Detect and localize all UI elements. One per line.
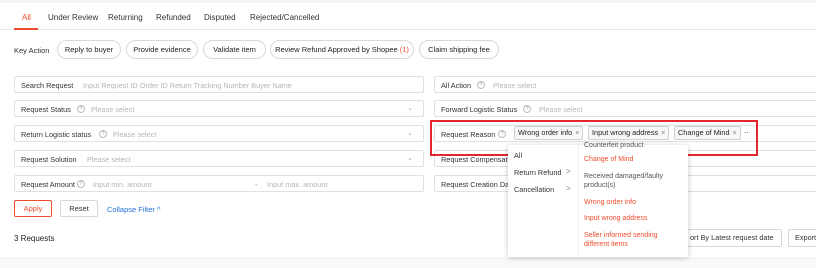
chevron-down-icon: ⌄ xyxy=(407,155,413,162)
help-icon: ? xyxy=(523,104,531,113)
tab-refunded[interactable]: Refunded xyxy=(156,13,191,22)
max-amount-input[interactable]: Input max. amount xyxy=(267,180,327,189)
dropdown-option-return-refund[interactable]: Return Refund xyxy=(514,168,561,177)
chip-label: Review Refund Approved by Shopee xyxy=(275,45,398,54)
tab-rejected-cancelled[interactable]: Rejected/Cancelled xyxy=(250,13,319,22)
tab-disputed[interactable]: Disputed xyxy=(204,13,236,22)
return-logistic-select[interactable]: Return Logistic status ? Please select ⌄ xyxy=(14,125,424,142)
chip-label: Claim shipping fee xyxy=(428,45,490,54)
tab-under-review[interactable]: Under Review xyxy=(48,13,98,22)
export-button[interactable]: Export xyxy=(788,229,816,247)
return-logistic-placeholder: Please select xyxy=(113,130,157,139)
all-action-placeholder: Please select xyxy=(493,81,537,90)
reason-option-damaged-line2: product(s) xyxy=(584,182,616,189)
chip-provide-evidence[interactable]: Provide evidence xyxy=(126,40,198,59)
search-request-field[interactable]: Search Request Input Request ID Order ID… xyxy=(14,76,424,93)
chip-validate-item[interactable]: Validate item xyxy=(203,40,266,59)
reason-option-input-wrong-address[interactable]: Input wrong address xyxy=(584,215,647,222)
chevron-right-icon: > xyxy=(566,184,571,193)
key-action-label: Key Action xyxy=(14,46,50,55)
request-solution-placeholder: Please select xyxy=(87,155,131,164)
request-solution-select[interactable]: Request Solution Please select ⌄ xyxy=(14,150,424,167)
dropdown-divider xyxy=(578,145,579,257)
chip-reply-to-buyer[interactable]: Reply to buyer xyxy=(57,40,121,59)
reason-option-change-of-mind[interactable]: Change of Mind xyxy=(584,156,633,163)
status-tabs: All Under Review Returning Refunded Disp… xyxy=(0,8,816,30)
chevron-down-icon: ⌄ xyxy=(407,105,413,112)
reason-option-wrong-order-info[interactable]: Wrong order info xyxy=(584,199,636,206)
request-status-label: Request Status xyxy=(21,105,71,114)
active-tab-indicator xyxy=(14,28,38,30)
chip-claim-shipping-fee[interactable]: Claim shipping fee xyxy=(419,40,499,59)
request-solution-label: Request Solution xyxy=(21,155,77,164)
table-header-strip xyxy=(0,258,816,268)
chip-review-refund-approved[interactable]: Review Refund Approved by Shopee (1) xyxy=(270,40,414,59)
dropdown-option-cancellation[interactable]: Cancellation xyxy=(514,185,554,194)
request-status-select[interactable]: Request Status ? Please select ⌄ xyxy=(14,100,424,117)
dropdown-option-all[interactable]: All xyxy=(514,151,522,160)
request-amount-label: Request Amount xyxy=(21,180,75,189)
tab-returning[interactable]: Returning xyxy=(108,13,143,22)
top-strip xyxy=(0,0,816,3)
forward-logistic-placeholder: Please select xyxy=(539,105,583,114)
all-action-select[interactable]: All Action ? Please select xyxy=(434,76,816,93)
chip-label: Validate item xyxy=(213,45,256,54)
reason-option-seller-informed-line2: different items xyxy=(584,241,628,248)
reset-button[interactable]: Reset xyxy=(60,200,98,217)
chip-count-badge: (1) xyxy=(399,45,409,54)
request-compensation-label: Request Compensatio xyxy=(441,155,514,164)
help-icon: ? xyxy=(99,129,107,138)
request-creation-label: Request Creation Da xyxy=(441,180,510,189)
collapse-filter-link[interactable]: Collapse Filter ^ xyxy=(107,205,161,214)
tab-all[interactable]: All xyxy=(22,13,31,22)
help-icon: ? xyxy=(77,104,85,113)
sort-select[interactable]: ort By Latest request date xyxy=(686,229,782,247)
chip-label: Provide evidence xyxy=(133,45,191,54)
reason-option-damaged[interactable]: Received damaged/faulty xyxy=(584,173,663,180)
search-request-placeholder: Input Request ID Order ID Return Trackin… xyxy=(83,81,292,90)
chevron-down-icon: ⌄ xyxy=(407,130,413,137)
chevron-right-icon: > xyxy=(566,167,571,176)
return-logistic-label: Return Logistic status xyxy=(21,130,92,139)
range-separator: - xyxy=(255,180,258,189)
forward-logistic-label: Forward Logistic Status xyxy=(441,105,518,114)
help-icon: ? xyxy=(77,179,85,188)
reason-option-seller-informed[interactable]: Seller informed sending xyxy=(584,232,658,239)
request-status-placeholder: Please select xyxy=(91,105,135,114)
forward-logistic-select[interactable]: Forward Logistic Status ? Please select xyxy=(434,100,816,117)
apply-button[interactable]: Apply xyxy=(14,200,52,217)
all-action-label: All Action xyxy=(441,81,472,90)
request-count: 3 Requests xyxy=(14,234,55,243)
request-reason-dropdown: All Return Refund > Cancellation > Count… xyxy=(508,142,688,257)
chip-label: Reply to buyer xyxy=(64,45,114,54)
request-amount-range: Request Amount ? Input min. amount - Inp… xyxy=(14,175,424,192)
min-amount-input[interactable]: Input min. amount xyxy=(93,180,151,189)
reason-option-counterfeit[interactable]: Counterfeit product xyxy=(584,142,644,149)
search-request-label: Search Request xyxy=(21,81,74,90)
help-icon: ? xyxy=(477,80,485,89)
